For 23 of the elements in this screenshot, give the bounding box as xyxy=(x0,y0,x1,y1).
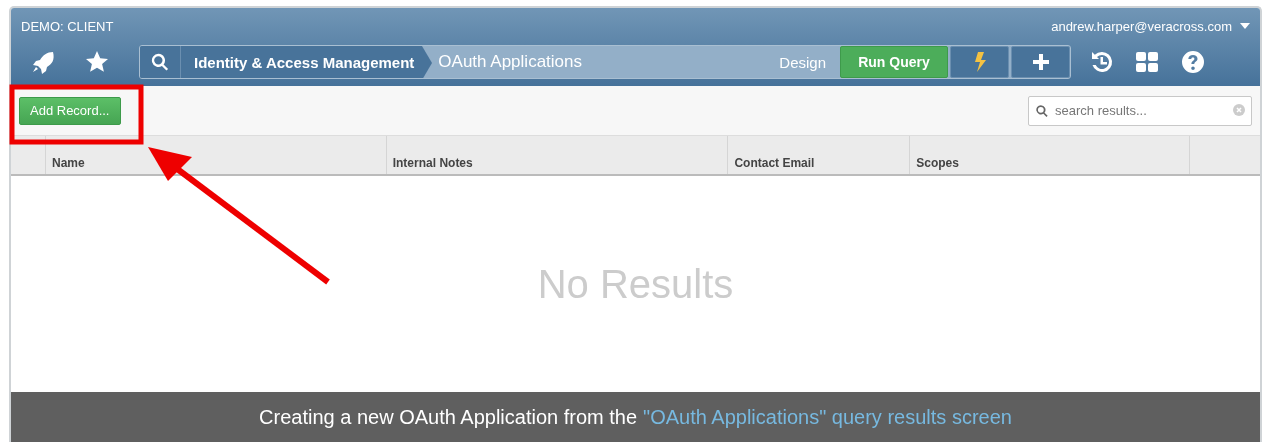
search-icon xyxy=(1035,103,1049,118)
caret-icon xyxy=(1240,23,1250,29)
lightning-icon xyxy=(973,52,986,72)
column-header[interactable]: Internal Notes xyxy=(385,136,728,174)
star-icon[interactable] xyxy=(85,50,109,74)
user-menu[interactable]: andrew.harper@veracross.com xyxy=(1051,18,1250,34)
history-icon[interactable] xyxy=(1089,50,1113,74)
column-header[interactable]: Contact Email xyxy=(727,136,910,174)
rocket-icon[interactable] xyxy=(31,50,55,74)
caption-link[interactable]: "OAuth Applications" query results screen xyxy=(643,405,1012,429)
column-header[interactable]: Scopes xyxy=(909,136,1190,174)
help-icon[interactable] xyxy=(1181,50,1205,74)
caption-text: Creating a new OAuth Application from the xyxy=(259,405,638,429)
add-record-button[interactable]: Add Record... xyxy=(19,96,121,125)
grid-icon[interactable] xyxy=(1135,50,1159,74)
add-button[interactable] xyxy=(1011,46,1070,78)
lightning-button[interactable] xyxy=(950,46,1009,78)
plus-icon xyxy=(1032,54,1049,70)
search-field[interactable]: search results... xyxy=(1028,95,1252,126)
breadcrumb-current: OAuth Applications xyxy=(437,52,583,72)
run-query-button[interactable]: Run Query xyxy=(840,46,948,78)
environment-label: DEMO: CLIENT xyxy=(21,18,114,34)
breadcrumb-link[interactable]: Identity & Access Management xyxy=(181,46,423,78)
